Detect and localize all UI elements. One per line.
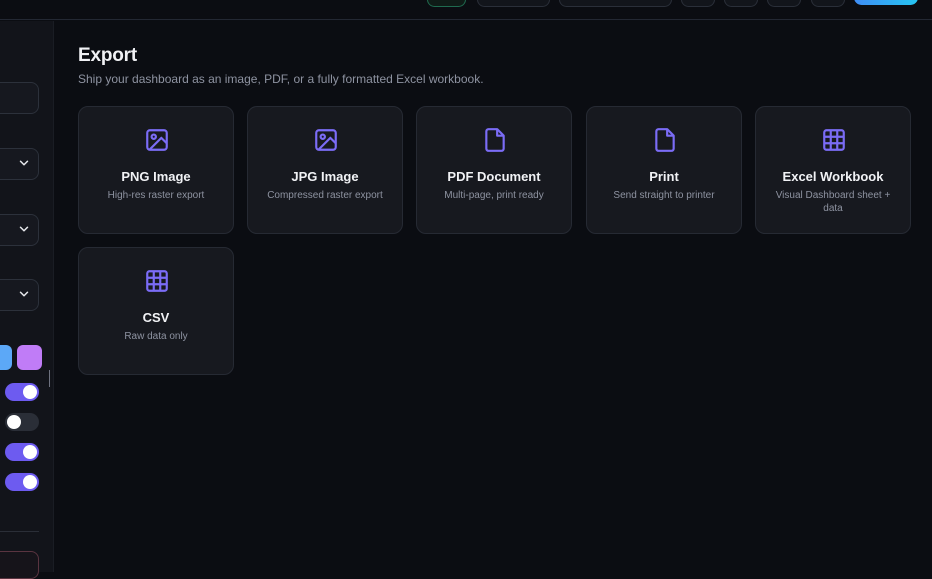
toggle-knob: [23, 445, 37, 459]
export-option-desc: Raw data only: [124, 331, 188, 342]
chevron-down-icon: [17, 156, 31, 170]
grid-icon: [144, 268, 170, 294]
chevron-down-icon: [17, 222, 31, 236]
export-option-desc: Multi-page, print ready: [444, 190, 544, 201]
export-option-jpg[interactable]: JPG Image Compressed raster export: [247, 106, 403, 234]
primary-action-button[interactable]: [854, 0, 918, 5]
toggle-switch-3[interactable]: [5, 443, 39, 461]
sidebar-text-input[interactable]: [0, 82, 39, 114]
toolbar-select[interactable]: [559, 0, 672, 7]
toolbar-icon-button[interactable]: [681, 0, 715, 7]
export-option-name: Excel Workbook: [782, 169, 884, 184]
chevron-down-icon: [17, 287, 31, 301]
export-option-name: CSV: [142, 310, 170, 325]
export-option-name: PDF Document: [447, 169, 541, 184]
document-icon: [652, 127, 678, 153]
sidebar-select[interactable]: [0, 279, 39, 311]
page-subtitle: Ship your dashboard as an image, PDF, or…: [78, 72, 484, 86]
toggle-switch-4[interactable]: [5, 473, 39, 491]
toolbar-button[interactable]: [477, 0, 550, 7]
sidebar-divider: [0, 531, 39, 532]
color-swatch-purple[interactable]: [17, 345, 42, 370]
toggle-knob: [23, 475, 37, 489]
export-option-desc: Visual Dashboard sheet + data: [775, 190, 891, 214]
export-option-csv[interactable]: CSV Raw data only: [78, 247, 234, 375]
settings-sidebar: [0, 21, 54, 579]
toolbar-icon-button[interactable]: [811, 0, 845, 7]
grid-icon: [821, 127, 847, 153]
export-option-desc: Compressed raster export: [267, 190, 383, 201]
toggle-knob: [23, 385, 37, 399]
sidebar-select[interactable]: [0, 148, 39, 180]
export-option-png[interactable]: PNG Image High-res raster export: [78, 106, 234, 234]
image-icon: [313, 127, 339, 153]
top-bar: [0, 0, 932, 20]
export-option-name: PNG Image: [121, 169, 191, 184]
toggle-switch-1[interactable]: [5, 383, 39, 401]
toggle-switch-2[interactable]: [5, 413, 39, 431]
image-icon: [144, 127, 170, 153]
page-title: Export: [78, 45, 137, 66]
sidebar-select[interactable]: [0, 214, 39, 246]
color-swatch-blue[interactable]: [0, 345, 12, 370]
status-pill-button[interactable]: [427, 0, 466, 7]
toggle-knob: [7, 415, 21, 429]
export-option-name: Print: [649, 169, 679, 184]
export-option-pdf[interactable]: PDF Document Multi-page, print ready: [416, 106, 572, 234]
toolbar-icon-button[interactable]: [767, 0, 801, 7]
export-option-name: JPG Image: [291, 169, 359, 184]
export-option-desc: High-res raster export: [107, 190, 205, 201]
swatch-divider: [49, 370, 50, 387]
document-icon: [482, 127, 508, 153]
sidebar-danger-button[interactable]: [0, 551, 39, 579]
export-option-excel[interactable]: Excel Workbook Visual Dashboard sheet + …: [755, 106, 911, 234]
export-option-print[interactable]: Print Send straight to printer: [586, 106, 742, 234]
toolbar-icon-button[interactable]: [724, 0, 758, 7]
export-option-desc: Send straight to printer: [613, 190, 715, 201]
